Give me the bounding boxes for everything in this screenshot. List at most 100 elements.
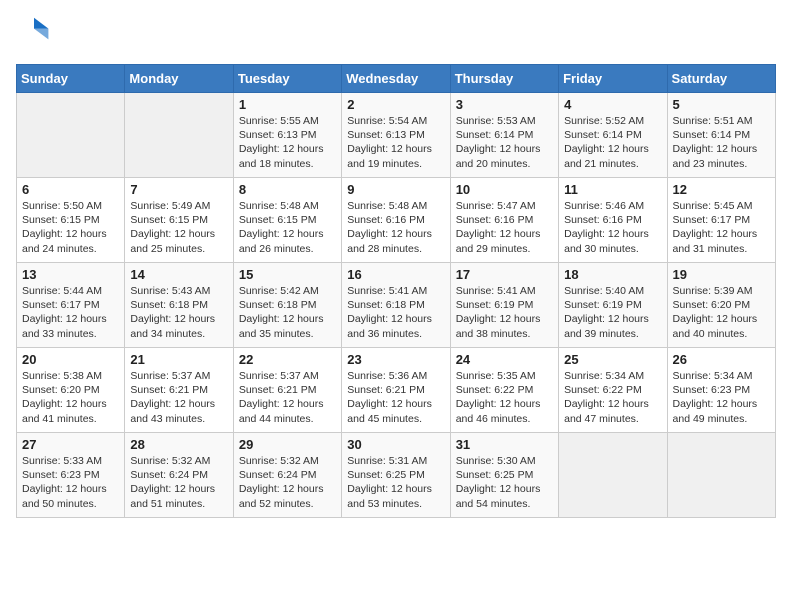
calendar-cell: 28 Sunrise: 5:32 AM Sunset: 6:24 PM Dayli…: [125, 433, 233, 518]
calendar-week-2: 6 Sunrise: 5:50 AM Sunset: 6:15 PM Daylig…: [17, 178, 776, 263]
day-number: 23: [347, 352, 444, 367]
calendar-cell: 8 Sunrise: 5:48 AM Sunset: 6:15 PM Daylig…: [233, 178, 341, 263]
day-number: 5: [673, 97, 770, 112]
calendar-week-5: 27 Sunrise: 5:33 AM Sunset: 6:23 PM Dayli…: [17, 433, 776, 518]
day-info: Sunrise: 5:41 AM Sunset: 6:19 PM Dayligh…: [456, 284, 553, 341]
calendar-cell: 3 Sunrise: 5:53 AM Sunset: 6:14 PM Daylig…: [450, 93, 558, 178]
calendar-cell: 7 Sunrise: 5:49 AM Sunset: 6:15 PM Daylig…: [125, 178, 233, 263]
calendar-cell: 21 Sunrise: 5:37 AM Sunset: 6:21 PM Dayli…: [125, 348, 233, 433]
day-info: Sunrise: 5:49 AM Sunset: 6:15 PM Dayligh…: [130, 199, 227, 256]
calendar-week-4: 20 Sunrise: 5:38 AM Sunset: 6:20 PM Dayli…: [17, 348, 776, 433]
logo-icon: [16, 16, 52, 52]
calendar-cell: 15 Sunrise: 5:42 AM Sunset: 6:18 PM Dayli…: [233, 263, 341, 348]
calendar-cell: 11 Sunrise: 5:46 AM Sunset: 6:16 PM Dayli…: [559, 178, 667, 263]
calendar-table: SundayMondayTuesdayWednesdayThursdayFrid…: [16, 64, 776, 518]
calendar-cell: 16 Sunrise: 5:41 AM Sunset: 6:18 PM Dayli…: [342, 263, 450, 348]
day-number: 16: [347, 267, 444, 282]
weekday-header-monday: Monday: [125, 65, 233, 93]
day-info: Sunrise: 5:33 AM Sunset: 6:23 PM Dayligh…: [22, 454, 119, 511]
weekday-header-tuesday: Tuesday: [233, 65, 341, 93]
day-number: 11: [564, 182, 661, 197]
calendar-cell: 23Sunrise: 5:36 AM Sunset: 6:21 PM Dayli…: [342, 348, 450, 433]
day-info: Sunrise: 5:37 AM Sunset: 6:21 PM Dayligh…: [130, 369, 227, 426]
calendar-cell: [667, 433, 775, 518]
day-info: Sunrise: 5:54 AM Sunset: 6:13 PM Dayligh…: [347, 114, 444, 171]
day-number: 20: [22, 352, 119, 367]
day-info: Sunrise: 5:46 AM Sunset: 6:16 PM Dayligh…: [564, 199, 661, 256]
day-info: Sunrise: 5:47 AM Sunset: 6:16 PM Dayligh…: [456, 199, 553, 256]
day-info: Sunrise: 5:30 AM Sunset: 6:25 PM Dayligh…: [456, 454, 553, 511]
day-number: 26: [673, 352, 770, 367]
day-number: 10: [456, 182, 553, 197]
calendar-cell: 22 Sunrise: 5:37 AM Sunset: 6:21 PM Dayli…: [233, 348, 341, 433]
day-info: Sunrise: 5:52 AM Sunset: 6:14 PM Dayligh…: [564, 114, 661, 171]
day-info: Sunrise: 5:55 AM Sunset: 6:13 PM Dayligh…: [239, 114, 336, 171]
day-info: Sunrise: 5:45 AM Sunset: 6:17 PM Dayligh…: [673, 199, 770, 256]
day-info: Sunrise: 5:34 AM Sunset: 6:22 PM Dayligh…: [564, 369, 661, 426]
day-info: Sunrise: 5:32 AM Sunset: 6:24 PM Dayligh…: [239, 454, 336, 511]
day-info: Sunrise: 5:53 AM Sunset: 6:14 PM Dayligh…: [456, 114, 553, 171]
day-number: 12: [673, 182, 770, 197]
day-number: 31: [456, 437, 553, 452]
calendar-cell: 29 Sunrise: 5:32 AM Sunset: 6:24 PM Dayli…: [233, 433, 341, 518]
day-info: Sunrise: 5:51 AM Sunset: 6:14 PM Dayligh…: [673, 114, 770, 171]
calendar-cell: 6 Sunrise: 5:50 AM Sunset: 6:15 PM Daylig…: [17, 178, 125, 263]
day-info: Sunrise: 5:37 AM Sunset: 6:21 PM Dayligh…: [239, 369, 336, 426]
day-number: 15: [239, 267, 336, 282]
day-number: 1: [239, 97, 336, 112]
day-number: 25: [564, 352, 661, 367]
day-number: 2: [347, 97, 444, 112]
calendar-cell: 1 Sunrise: 5:55 AM Sunset: 6:13 PM Daylig…: [233, 93, 341, 178]
calendar-cell: 19Sunrise: 5:39 AM Sunset: 6:20 PM Dayli…: [667, 263, 775, 348]
calendar-body: 1 Sunrise: 5:55 AM Sunset: 6:13 PM Daylig…: [17, 93, 776, 518]
calendar-cell: [559, 433, 667, 518]
calendar-cell: 30 Sunrise: 5:31 AM Sunset: 6:25 PM Dayli…: [342, 433, 450, 518]
calendar-cell: [17, 93, 125, 178]
calendar-cell: 12 Sunrise: 5:45 AM Sunset: 6:17 PM Dayli…: [667, 178, 775, 263]
day-number: 30: [347, 437, 444, 452]
weekday-header-saturday: Saturday: [667, 65, 775, 93]
day-number: 22: [239, 352, 336, 367]
calendar-cell: 13Sunrise: 5:44 AM Sunset: 6:17 PM Dayli…: [17, 263, 125, 348]
calendar-week-3: 13Sunrise: 5:44 AM Sunset: 6:17 PM Dayli…: [17, 263, 776, 348]
weekday-header-sunday: Sunday: [17, 65, 125, 93]
day-number: 6: [22, 182, 119, 197]
day-info: Sunrise: 5:40 AM Sunset: 6:19 PM Dayligh…: [564, 284, 661, 341]
day-info: Sunrise: 5:48 AM Sunset: 6:16 PM Dayligh…: [347, 199, 444, 256]
day-info: Sunrise: 5:38 AM Sunset: 6:20 PM Dayligh…: [22, 369, 119, 426]
day-info: Sunrise: 5:41 AM Sunset: 6:18 PM Dayligh…: [347, 284, 444, 341]
day-number: 27: [22, 437, 119, 452]
day-number: 21: [130, 352, 227, 367]
day-number: 28: [130, 437, 227, 452]
day-info: Sunrise: 5:31 AM Sunset: 6:25 PM Dayligh…: [347, 454, 444, 511]
day-number: 7: [130, 182, 227, 197]
day-number: 4: [564, 97, 661, 112]
day-number: 3: [456, 97, 553, 112]
calendar-cell: 14Sunrise: 5:43 AM Sunset: 6:18 PM Dayli…: [125, 263, 233, 348]
calendar-header: SundayMondayTuesdayWednesdayThursdayFrid…: [17, 65, 776, 93]
weekday-header-thursday: Thursday: [450, 65, 558, 93]
calendar-cell: 18 Sunrise: 5:40 AM Sunset: 6:19 PM Dayli…: [559, 263, 667, 348]
day-info: Sunrise: 5:35 AM Sunset: 6:22 PM Dayligh…: [456, 369, 553, 426]
day-info: Sunrise: 5:32 AM Sunset: 6:24 PM Dayligh…: [130, 454, 227, 511]
calendar-cell: 26Sunrise: 5:34 AM Sunset: 6:23 PM Dayli…: [667, 348, 775, 433]
page-header: [16, 16, 776, 52]
calendar-cell: 20 Sunrise: 5:38 AM Sunset: 6:20 PM Dayli…: [17, 348, 125, 433]
day-number: 18: [564, 267, 661, 282]
day-number: 8: [239, 182, 336, 197]
calendar-cell: 4 Sunrise: 5:52 AM Sunset: 6:14 PM Daylig…: [559, 93, 667, 178]
day-number: 9: [347, 182, 444, 197]
calendar-cell: 27 Sunrise: 5:33 AM Sunset: 6:23 PM Dayli…: [17, 433, 125, 518]
calendar-cell: [125, 93, 233, 178]
day-info: Sunrise: 5:42 AM Sunset: 6:18 PM Dayligh…: [239, 284, 336, 341]
day-number: 14: [130, 267, 227, 282]
calendar-cell: 17Sunrise: 5:41 AM Sunset: 6:19 PM Dayli…: [450, 263, 558, 348]
day-info: Sunrise: 5:48 AM Sunset: 6:15 PM Dayligh…: [239, 199, 336, 256]
day-number: 13: [22, 267, 119, 282]
logo: [16, 16, 56, 52]
calendar-week-1: 1 Sunrise: 5:55 AM Sunset: 6:13 PM Daylig…: [17, 93, 776, 178]
calendar-cell: 5 Sunrise: 5:51 AM Sunset: 6:14 PM Daylig…: [667, 93, 775, 178]
day-number: 29: [239, 437, 336, 452]
day-number: 19: [673, 267, 770, 282]
day-info: Sunrise: 5:50 AM Sunset: 6:15 PM Dayligh…: [22, 199, 119, 256]
